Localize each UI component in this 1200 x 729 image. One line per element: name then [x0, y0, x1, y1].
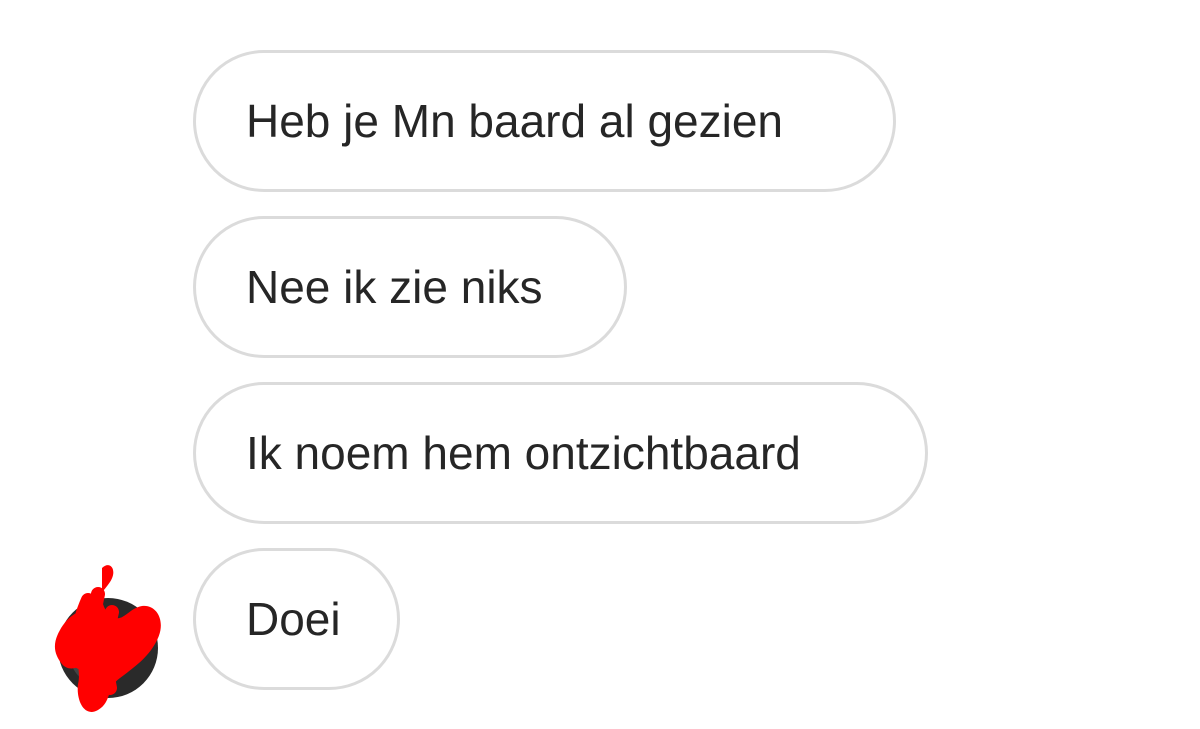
message-bubble[interactable]: Ik noem hem ontzichtbaard [193, 382, 928, 524]
message-text: Doei [246, 593, 341, 645]
message-bubble[interactable]: Nee ik zie niks [193, 216, 627, 358]
message-text: Nee ik zie niks [246, 261, 543, 313]
message-text: Ik noem hem ontzichtbaard [246, 427, 801, 479]
message-bubble[interactable]: Doei [193, 548, 400, 690]
message-text: Heb je Mn baard al gezien [246, 95, 783, 147]
message-bubble[interactable]: Heb je Mn baard al gezien [193, 50, 896, 192]
chat-thread: Heb je Mn baard al gezien Nee ik zie nik… [0, 0, 1200, 729]
avatar-icon[interactable] [40, 560, 165, 720]
